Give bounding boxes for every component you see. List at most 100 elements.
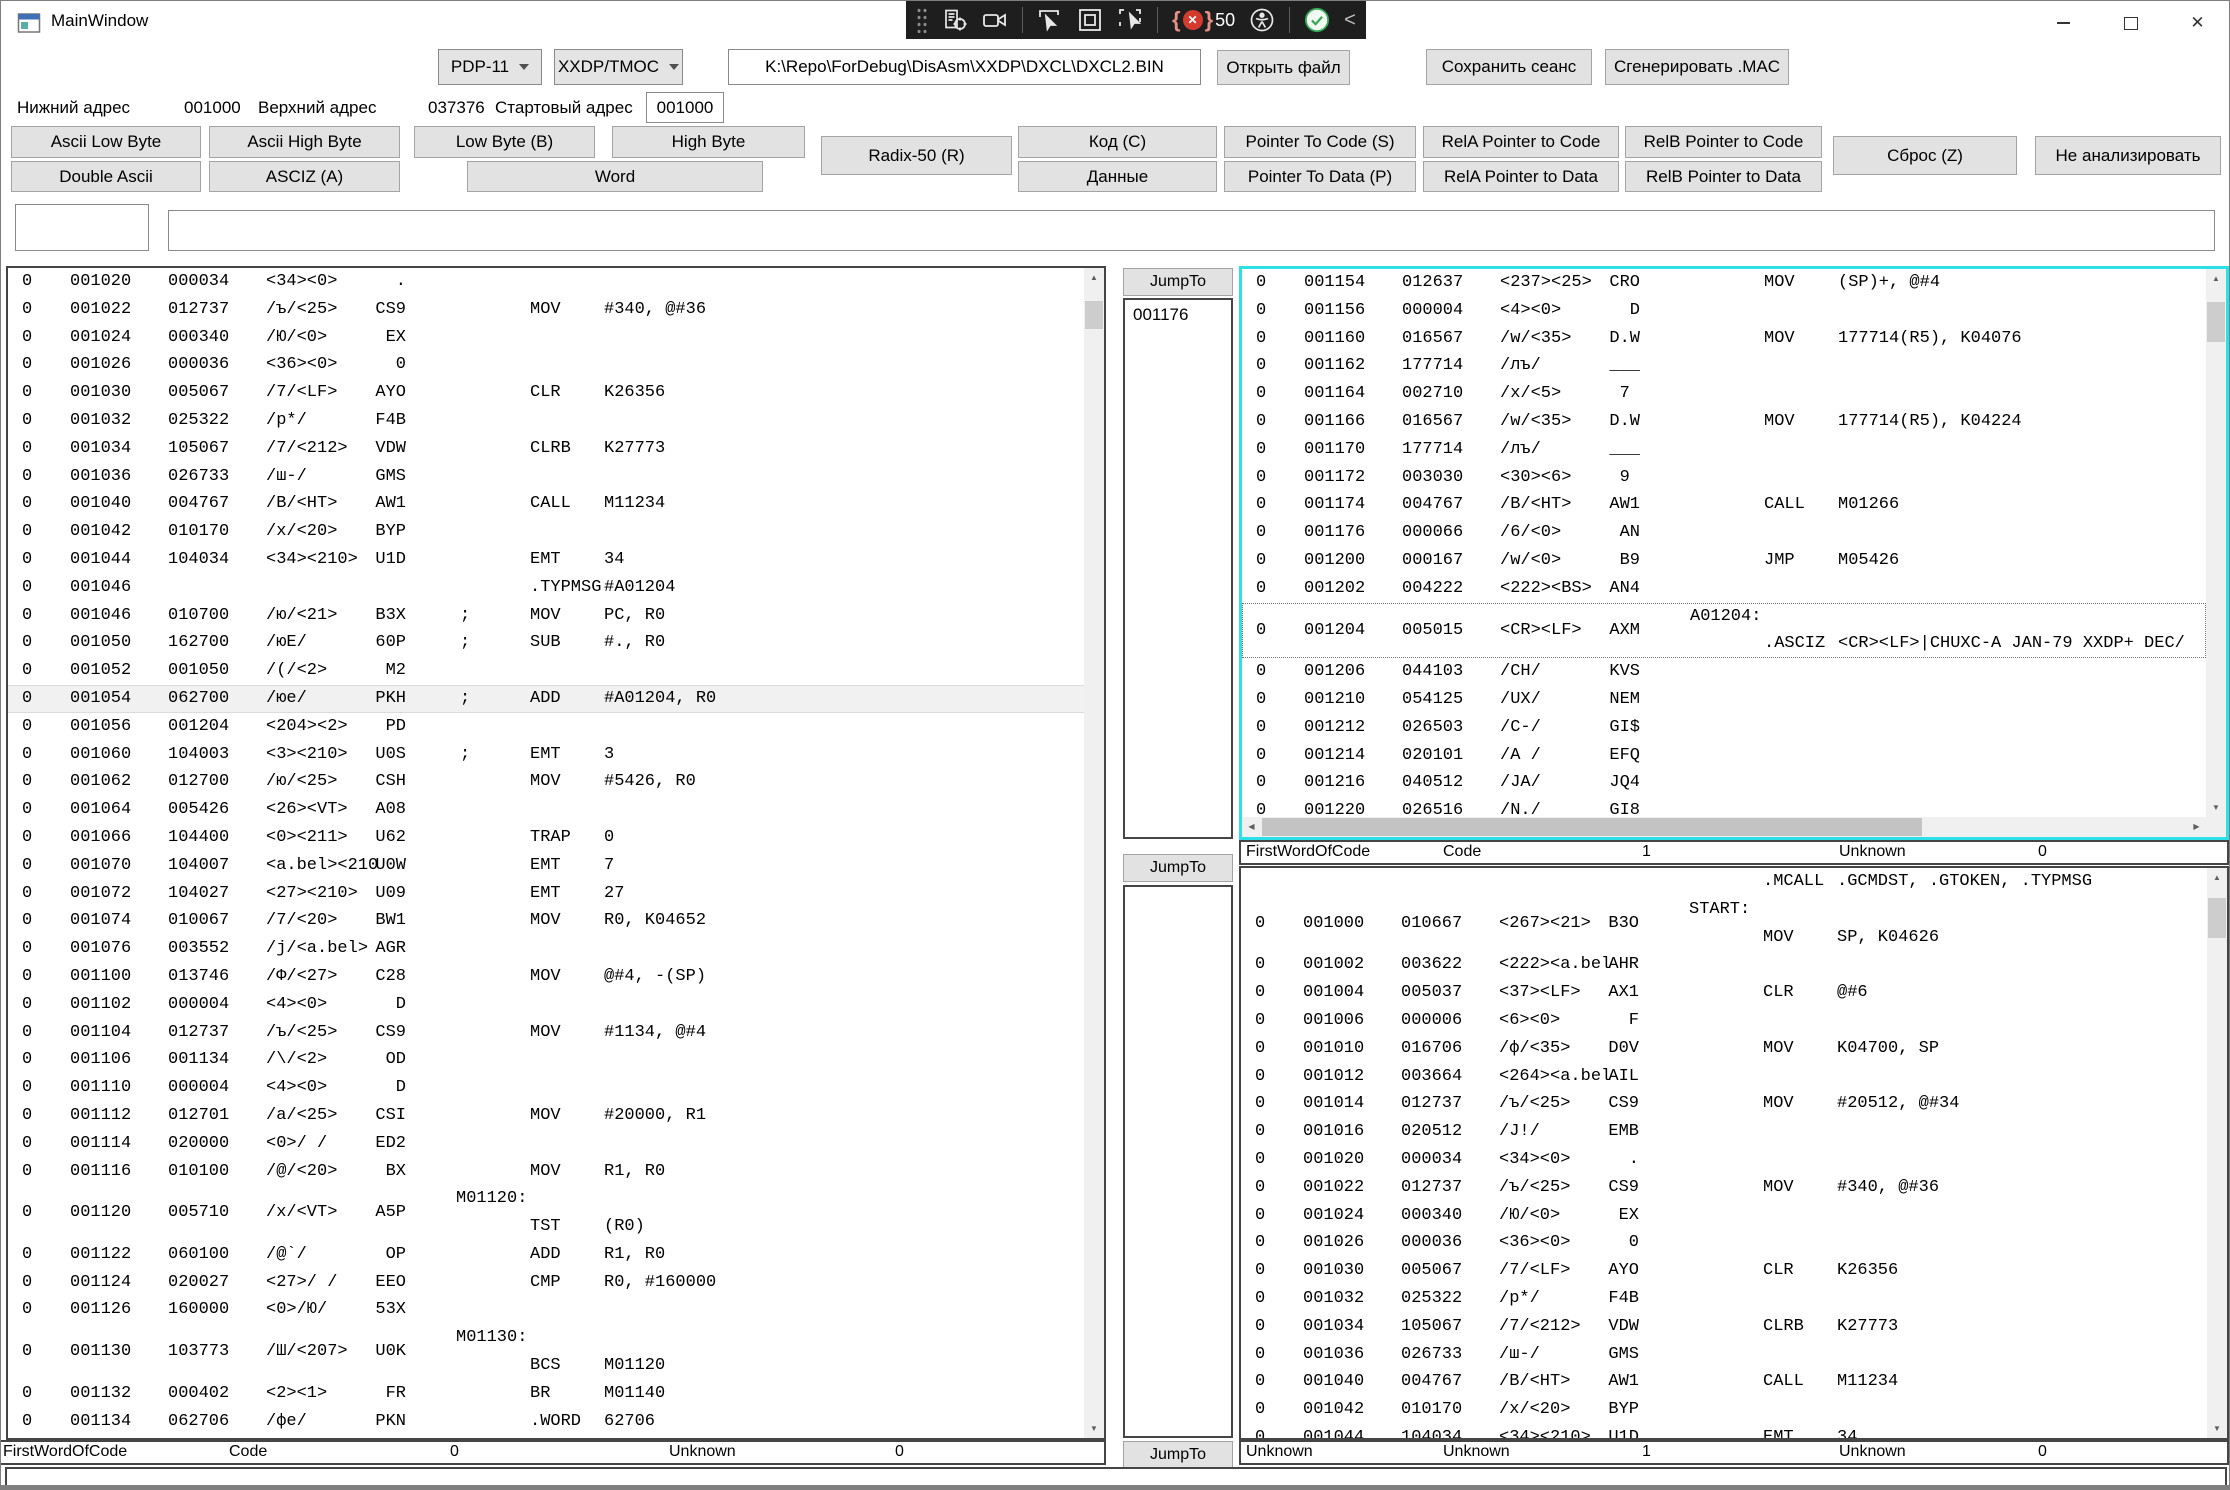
script-target-icon[interactable]: [942, 7, 968, 33]
listing-row[interactable]: 0001204005015<CR><LF>AXMA01204:.ASCIZ<CR…: [1242, 603, 2206, 659]
jumpto-button-middle[interactable]: JumpTo: [1123, 854, 1233, 882]
error-count-badge[interactable]: { ✕ } 50: [1172, 7, 1235, 33]
listing-row[interactable]: 0001034105067/7/<212>VDWCLRBK27773: [1241, 1313, 2207, 1341]
listing-row[interactable]: 0001032025322/p*/F4B: [1241, 1285, 2207, 1313]
listing-row[interactable]: 0001116010100/@/<20>BXMOVR1, R0: [8, 1158, 1084, 1186]
maximize-button[interactable]: [2097, 1, 2164, 45]
listing-row[interactable]: 0001050162700/юЕ/60P;SUB#., R0: [8, 629, 1084, 657]
listing-row[interactable]: 0001120005710/x/<VT>A5PM01120:TST(R0): [8, 1185, 1084, 1241]
listing-row[interactable]: 0001160016567/w/<35>D.WMOV177714(R5), K0…: [1242, 325, 2206, 353]
listing-row[interactable]: 0001020000034<34><0>.: [8, 268, 1084, 296]
relb-pointer-to-data-button[interactable]: RelB Pointer to Data: [1625, 161, 1822, 192]
listing-row[interactable]: 0001030005067/7/<LF>AYOCLRK26356: [1241, 1257, 2207, 1285]
minimize-button[interactable]: [2030, 1, 2097, 45]
listing-row[interactable]: 0001110000004<4><0>D: [8, 1074, 1084, 1102]
listing-row[interactable]: 0001102000004<4><0>D: [8, 991, 1084, 1019]
listing-row[interactable]: 0001220026516/N./GI8: [1242, 797, 2206, 817]
listing-row[interactable]: 0001170177714/лъ/___: [1242, 436, 2206, 464]
listing-row[interactable]: 0001132000402<2><1>FRBRM01140: [8, 1380, 1084, 1408]
scroll-down-icon[interactable]: ▼: [2206, 798, 2226, 817]
generate-mac-button[interactable]: Сгенерировать .MAC: [1605, 49, 1789, 85]
high-byte-button[interactable]: High Byte: [612, 126, 805, 158]
listing-row[interactable]: 0001072104027<27><210>U09EMT27: [8, 880, 1084, 908]
format-select[interactable]: XXDP/TMOC: [554, 49, 683, 85]
listing-row[interactable]: .MCALL.GCMDST, .GTOKEN, .TYPMSG: [1241, 868, 2207, 896]
relb-pointer-to-code-button[interactable]: RelB Pointer to Code: [1625, 126, 1822, 158]
cursor-select-icon[interactable]: [1037, 7, 1063, 33]
listing-row[interactable]: 0001014012737/ъ/<25>CS9MOV#20512, @#34: [1241, 1090, 2207, 1118]
scroll-down-icon[interactable]: ▼: [1084, 1419, 1104, 1438]
drag-handle-icon[interactable]: [916, 7, 928, 33]
listing-row[interactable]: 0001062012700/ю/<25>CSHMOV#5426, R0: [8, 768, 1084, 796]
listing-row[interactable]: 0001134062706/фе/PKN.WORD62706: [8, 1408, 1084, 1436]
listing-row[interactable]: 0001010016706/ф/<35>D0VMOVK04700, SP: [1241, 1035, 2207, 1063]
listing-row[interactable]: 0001206044103/CH/KVS: [1242, 658, 2206, 686]
listing-row[interactable]: 0001026000036<36><0>0: [8, 351, 1084, 379]
right-top-horizontal-scrollbar[interactable]: ◀ ▶: [1242, 817, 2206, 837]
start-address-input[interactable]: 001000: [646, 92, 724, 123]
scroll-left-icon[interactable]: ◀: [1242, 817, 1261, 837]
scroll-up-icon[interactable]: ▲: [2206, 269, 2226, 288]
scroll-right-icon[interactable]: ▶: [2187, 817, 2206, 837]
listing-row[interactable]: 0001022012737/ъ/<25>CS9MOV#340, @#36: [1241, 1174, 2207, 1202]
listing-row[interactable]: 0001174004767/В/<HT>AW1CALLM01266: [1242, 491, 2206, 519]
rela-pointer-to-data-button[interactable]: RelA Pointer to Data: [1423, 161, 1619, 192]
listing-row[interactable]: 0001100013746/Ф/<27>C28MOV@#4, -(SP): [8, 963, 1084, 991]
listing-row[interactable]: 0001164002710/x/<5>7: [1242, 380, 2206, 408]
pointer-to-data-button[interactable]: Pointer To Data (P): [1224, 161, 1416, 192]
listing-row[interactable]: 0001024000340/Ю/<0>EX: [1241, 1202, 2207, 1230]
scroll-up-icon[interactable]: ▲: [2207, 868, 2227, 887]
listing-row[interactable]: 0001162177714/лъ/___: [1242, 352, 2206, 380]
radix50-button[interactable]: Radix-50 (R): [821, 136, 1012, 175]
cpu-select[interactable]: PDP-11: [438, 49, 542, 85]
aux-field-small[interactable]: [15, 204, 149, 251]
jumpto-list-top[interactable]: 001176: [1123, 298, 1233, 839]
aux-field-wide[interactable]: [168, 210, 2215, 251]
listing-row[interactable]: 0001046010700/ю/<21>B3X;MOVPC, R0: [8, 602, 1084, 630]
jumpto-button-bottom[interactable]: JumpTo: [1123, 1441, 1233, 1469]
pointer-to-code-button[interactable]: Pointer To Code (S): [1224, 126, 1416, 158]
listing-row[interactable]: 0001012003664<264><a.belAIL: [1241, 1063, 2207, 1091]
listing-row[interactable]: 0001020000034<34><0>.: [1241, 1146, 2207, 1174]
listing-row[interactable]: 0001016020512/J!/EMB: [1241, 1118, 2207, 1146]
listing-row[interactable]: 0001070104007<a.bel><210U0WEMT7: [8, 852, 1084, 880]
listing-row[interactable]: 0001056001204<204><2>PD: [8, 713, 1084, 741]
listing-row[interactable]: 0001126160000<0>/Ю/53X: [8, 1296, 1084, 1324]
listing-row[interactable]: 0001166016567/w/<35>D.WMOV177714(R5), K0…: [1242, 408, 2206, 436]
window-select-icon[interactable]: [1077, 7, 1103, 33]
left-vertical-scrollbar[interactable]: ▲ ▼: [1084, 268, 1104, 1438]
listing-row[interactable]: 0001216040512/JA/JQ4: [1242, 769, 2206, 797]
listing-row[interactable]: 0001024000340/Ю/<0>EX: [8, 324, 1084, 352]
listing-row[interactable]: 0001156000004<4><0>D: [1242, 297, 2206, 325]
listing-row[interactable]: 0001066104400<0><211>U62TRAP0: [8, 824, 1084, 852]
listing-row[interactable]: 0001054062700/юе/PKH;ADD#A01204, R0: [8, 685, 1084, 713]
no-analyze-button[interactable]: Не анализировать: [2035, 136, 2221, 175]
listing-row[interactable]: 0001026000036<36><0>0: [1241, 1229, 2207, 1257]
listing-row[interactable]: 0001000010667<267><21>B3OSTART:MOVSP, K0…: [1241, 896, 2207, 952]
listing-row[interactable]: 0001036026733/ш-/GMS: [8, 463, 1084, 491]
camera-icon[interactable]: [982, 7, 1008, 33]
listing-row[interactable]: 0001030005067/7/<LF>AYOCLRK26356: [8, 379, 1084, 407]
scroll-up-icon[interactable]: ▲: [1084, 268, 1104, 287]
listing-row[interactable]: 0001042010170/x/<20>BYP: [1241, 1396, 2207, 1424]
listing-row[interactable]: 0001202004222<222><BS>AN4: [1242, 575, 2206, 603]
file-path-input[interactable]: K:\Repo\ForDebug\DisAsm\XXDP\DXCL\DXCL2.…: [728, 49, 1201, 85]
scrollbar-thumb[interactable]: [1085, 301, 1103, 329]
low-byte-button[interactable]: Low Byte (B): [414, 126, 595, 158]
listing-row[interactable]: 0001124020027<27>/ /EEOCMPR0, #160000: [8, 1269, 1084, 1297]
listing-row[interactable]: 0001122060100/@`/OPADDR1, R0: [8, 1241, 1084, 1269]
listing-row[interactable]: 0001044104034<34><210>U1DEMT34: [8, 546, 1084, 574]
listing-row[interactable]: 0001074010067/7/<20>BW1MOVR0, K04652: [8, 907, 1084, 935]
jumpto-list-middle[interactable]: [1123, 885, 1233, 1438]
word-button[interactable]: Word: [467, 161, 763, 192]
listing-row[interactable]: 0001044104034<34><210>U1DEMT34: [1241, 1424, 2207, 1438]
open-file-button[interactable]: Открыть файл: [1217, 50, 1350, 85]
right-top-vertical-scrollbar[interactable]: ▲ ▼: [2206, 269, 2226, 817]
listing-row[interactable]: 0001200000167/w/<0>B9JMPM05426: [1242, 547, 2206, 575]
close-button[interactable]: ✕: [2164, 1, 2230, 45]
listing-row[interactable]: 0001104012737/ъ/<25>CS9MOV#1134, @#4: [8, 1019, 1084, 1047]
scrollbar-thumb[interactable]: [1262, 818, 1922, 836]
listing-row[interactable]: 0001212026503/C-/GI$: [1242, 714, 2206, 742]
listing-row[interactable]: 0001060104003<3><210>U0S;EMT3: [8, 741, 1084, 769]
jumpto-button-top[interactable]: JumpTo: [1123, 268, 1233, 296]
